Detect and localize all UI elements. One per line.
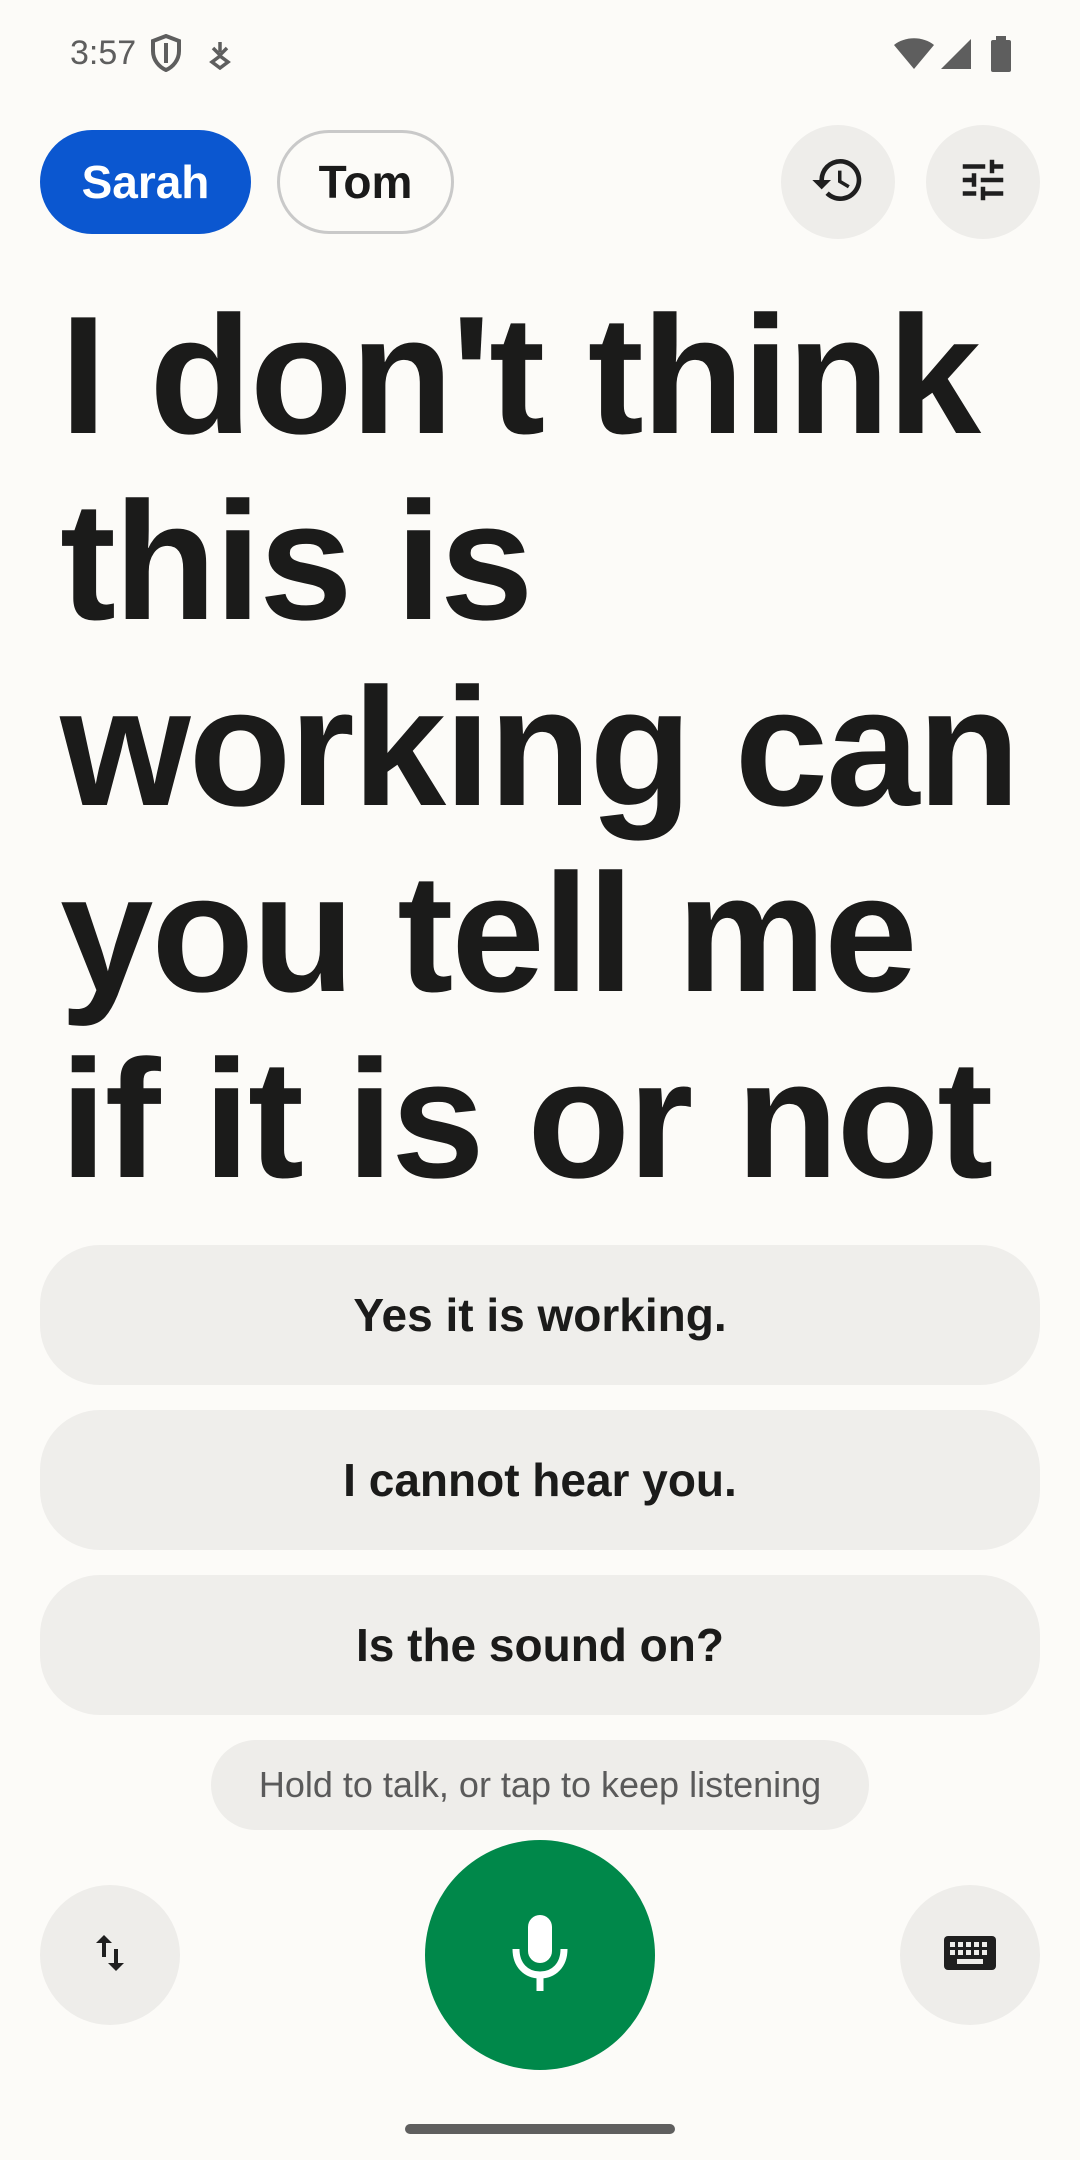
live-transcribe-screen: 3:57 Sarah Tom I don't think this is wor… bbox=[0, 0, 1080, 2160]
keyboard-button[interactable] bbox=[900, 1885, 1040, 2025]
gesture-nav-handle[interactable] bbox=[405, 2124, 675, 2134]
suggestion-label: I cannot hear you. bbox=[343, 1454, 737, 1506]
history-icon bbox=[810, 152, 866, 213]
wifi-icon bbox=[893, 38, 935, 75]
keyboard-icon bbox=[943, 1935, 997, 1976]
mic-button[interactable] bbox=[425, 1840, 655, 2070]
speaker-chip-tom[interactable]: Tom bbox=[277, 130, 454, 234]
download-indicator-icon bbox=[208, 40, 232, 75]
speaker-chip-sarah[interactable]: Sarah bbox=[40, 130, 251, 234]
tune-icon bbox=[956, 153, 1010, 212]
swap-vertical-icon bbox=[86, 1929, 134, 1982]
speaker-chip-label: Sarah bbox=[81, 156, 210, 208]
transcript-text: I don't think this is working can you te… bbox=[60, 281, 1020, 1213]
settings-button[interactable] bbox=[926, 125, 1040, 239]
status-time: 3:57 bbox=[70, 34, 137, 72]
talk-hint: Hold to talk, or tap to keep listening bbox=[211, 1740, 869, 1830]
battery-icon bbox=[990, 36, 1012, 77]
suggestion-button[interactable]: Is the sound on? bbox=[40, 1575, 1040, 1715]
speaker-chip-label: Tom bbox=[318, 156, 413, 208]
swap-direction-button[interactable] bbox=[40, 1885, 180, 2025]
suggestion-label: Is the sound on? bbox=[356, 1619, 724, 1671]
suggestion-button[interactable]: Yes it is working. bbox=[40, 1245, 1040, 1385]
suggestion-label: Yes it is working. bbox=[353, 1289, 727, 1341]
shield-icon bbox=[150, 33, 182, 77]
history-button[interactable] bbox=[781, 125, 895, 239]
mic-icon bbox=[508, 1913, 572, 1998]
cell-signal-icon bbox=[940, 38, 972, 75]
status-bar: 3:57 bbox=[0, 0, 1080, 110]
talk-hint-text: Hold to talk, or tap to keep listening bbox=[258, 1764, 822, 1805]
suggestion-button[interactable]: I cannot hear you. bbox=[40, 1410, 1040, 1550]
